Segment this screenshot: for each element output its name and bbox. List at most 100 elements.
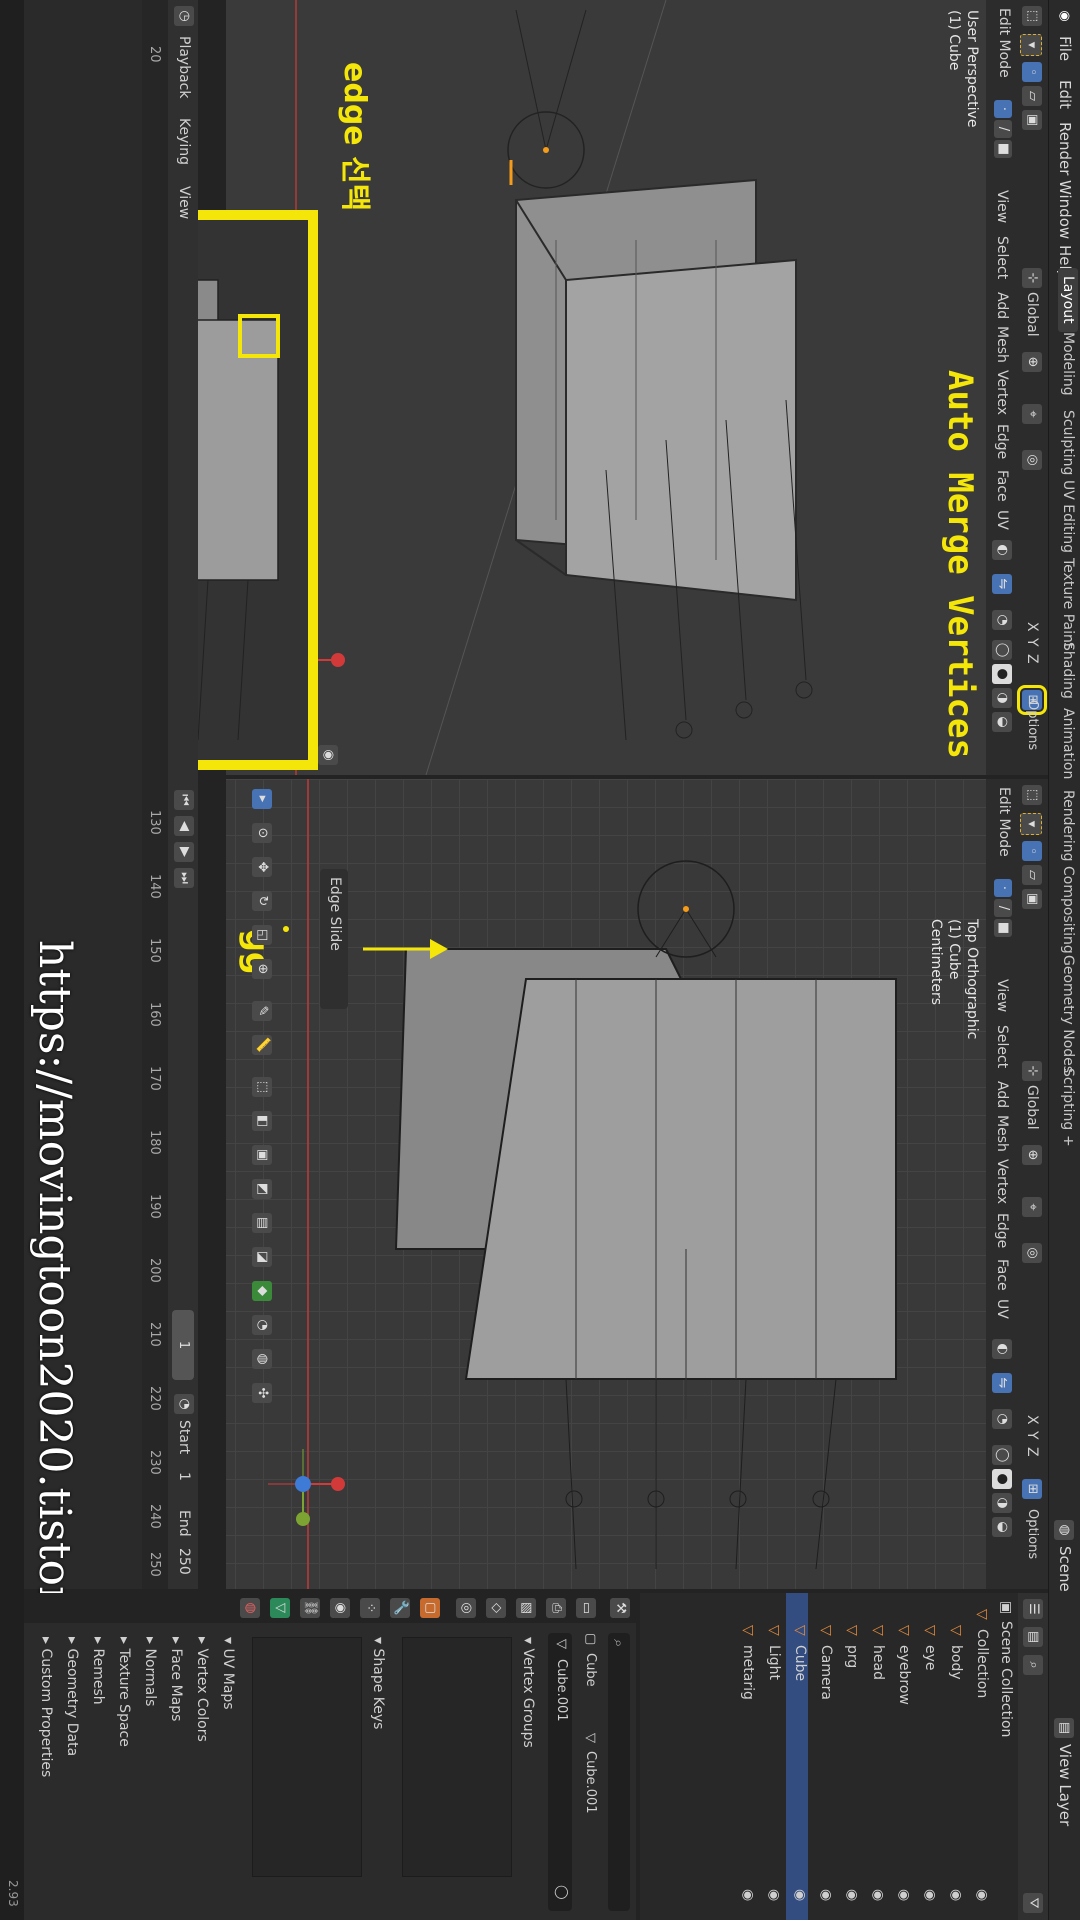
tool-move-icon[interactable]: ✥ xyxy=(252,857,272,877)
tool-cursor-icon[interactable]: ⊙ xyxy=(252,823,272,843)
visibility-eye-icon[interactable]: ◉ xyxy=(792,1889,808,1901)
timeline-menu-view[interactable]: View xyxy=(176,186,192,219)
constraints-tab-icon[interactable]: ⛓ xyxy=(300,1598,320,1618)
tool-knife-icon[interactable]: ◪ xyxy=(252,1247,272,1267)
properties-panel-header[interactable]: ▸ Custom Properties xyxy=(38,1637,54,1777)
outliner-editor[interactable]: ☰ ▤ ⌕ ⛛ ▣ Scene Collection ▽ Collection ◉ ▽… xyxy=(640,1593,1048,1920)
jump-start-icon[interactable]: ⏮ xyxy=(174,790,194,810)
left-menu-face[interactable]: Face xyxy=(994,470,1010,502)
left-rendered-icon[interactable]: ◒ xyxy=(992,712,1012,732)
outliner-search-icon[interactable]: ⌕ xyxy=(1023,1655,1043,1675)
edge-select-icon[interactable]: ▱ xyxy=(1022,86,1042,106)
properties-panel-header[interactable]: ▾ Shape Keys xyxy=(370,1637,386,1729)
tool-edge-slide-icon[interactable]: ✣ xyxy=(252,1383,272,1403)
left-camera-view-icon[interactable]: ◉ xyxy=(318,745,338,765)
right-menu-vertex[interactable]: Vertex xyxy=(994,1159,1010,1204)
scene-selector[interactable]: Scene xyxy=(1056,1546,1074,1592)
right-pivot-icon[interactable]: ⊕ xyxy=(1022,1145,1042,1165)
outliner-display-mode-icon[interactable]: ▤ xyxy=(1023,1627,1043,1647)
outliner-row[interactable]: ▽ Cube ◉ xyxy=(786,1593,808,1920)
select-tool-icon[interactable]: ▾ xyxy=(1020,34,1042,56)
left-menu-edge[interactable]: Edge xyxy=(994,424,1010,459)
tool-tab-icon[interactable]: ⚒ xyxy=(610,1598,630,1618)
left-pivot-icon[interactable]: ⊕ xyxy=(1022,352,1042,372)
world-tab-icon[interactable]: ◎ xyxy=(456,1598,476,1618)
outliner-row[interactable]: ▽ head ◉ xyxy=(864,1593,886,1920)
right-proportional-icon[interactable]: ◎ xyxy=(1022,1243,1042,1263)
right-auto-merge-icon[interactable]: ⊞ xyxy=(1022,1479,1042,1499)
visibility-eye-icon[interactable]: ◉ xyxy=(818,1889,834,1901)
play-icon[interactable]: ▶ xyxy=(174,842,194,862)
clock-icon[interactable]: ◔ xyxy=(174,1394,194,1414)
right-select-tool-icon[interactable]: ▾ xyxy=(1020,813,1042,835)
outliner-filter-icon[interactable]: ⛛ xyxy=(1023,1893,1043,1913)
end-frame-value[interactable]: 250 xyxy=(176,1548,192,1575)
object-tab-icon[interactable]: ▢ xyxy=(420,1598,440,1618)
face-select-icon[interactable]: ▣ xyxy=(1022,110,1042,130)
timeline-editor-type-icon[interactable]: ◷ xyxy=(174,6,194,26)
tab-sculpting[interactable]: Sculpting xyxy=(1060,410,1076,475)
properties-panel-header[interactable]: ▸ Normals xyxy=(142,1637,158,1706)
edge-slide-panel[interactable]: Edge Slide xyxy=(320,869,348,1009)
tool-bevel-icon[interactable]: ◩ xyxy=(252,1179,272,1199)
mesh-field-value[interactable]: Cube.001 xyxy=(554,1659,569,1722)
right-menu-uv[interactable]: UV xyxy=(994,1299,1010,1319)
right-menu-face[interactable]: Face xyxy=(994,1259,1010,1291)
right-snap-icon[interactable]: ⌖ xyxy=(1022,1197,1042,1217)
left-overlay-icon[interactable]: ◔ xyxy=(992,610,1012,630)
view-layer-tab-icon[interactable]: ▧ xyxy=(516,1598,536,1618)
right-vertex-select-icon[interactable]: ◦ xyxy=(1022,841,1042,861)
mesh-data-tab-icon[interactable]: ▽ xyxy=(270,1598,290,1618)
material-tab-icon[interactable]: ◍ xyxy=(240,1598,260,1618)
right-menu-add[interactable]: Add xyxy=(994,1081,1010,1108)
right-transform-orientation-icon[interactable]: ⊹ xyxy=(1022,1061,1042,1081)
left-transform-orientation-icon[interactable]: ⊹ xyxy=(1022,268,1042,288)
left-proportional-icon[interactable]: ◎ xyxy=(1022,450,1042,470)
right-editor-type-icon[interactable]: ⬚ xyxy=(1022,785,1042,805)
left-axis-x[interactable]: X xyxy=(1024,622,1040,632)
tool-annotate-icon[interactable]: ✎ xyxy=(252,1001,272,1021)
outliner-row[interactable]: ▽ Camera ◉ xyxy=(812,1593,834,1920)
left-xray-icon[interactable]: ◐ xyxy=(992,540,1012,560)
outliner-row[interactable]: ▽ prg ◉ xyxy=(838,1593,860,1920)
left-axis-z[interactable]: Z xyxy=(1024,654,1040,664)
left-menu-uv[interactable]: UV xyxy=(994,510,1010,530)
tab-compositing[interactable]: Compositing xyxy=(1060,866,1076,954)
left-mirror-icon[interactable]: ⇋ xyxy=(992,574,1012,594)
left-material-icon[interactable]: ◑ xyxy=(992,688,1012,708)
left-menu-view[interactable]: View xyxy=(994,190,1010,223)
right-face-select-icon[interactable]: ▣ xyxy=(1022,889,1042,909)
left-select-mode-edge[interactable]: / xyxy=(994,120,1012,138)
left-snap-icon[interactable]: ⌖ xyxy=(1022,404,1042,424)
tool-rotate-icon[interactable]: ↻ xyxy=(252,891,272,911)
view-layer-selector[interactable]: View Layer xyxy=(1056,1744,1074,1826)
visibility-eye-icon[interactable]: ◉ xyxy=(896,1889,912,1901)
right-overlay-icon[interactable]: ◔ xyxy=(992,1409,1012,1429)
menu-file[interactable]: File xyxy=(1056,36,1074,61)
tool-inset-icon[interactable]: ▣ xyxy=(252,1145,272,1165)
left-wireframe-icon[interactable]: ◯ xyxy=(992,640,1012,660)
tool-transform-icon[interactable]: ⊕ xyxy=(252,959,272,979)
right-menu-edge[interactable]: Edge xyxy=(994,1213,1010,1248)
tool-scale-icon[interactable]: ◱ xyxy=(252,925,272,945)
tab-shading[interactable]: Shading xyxy=(1060,642,1076,699)
start-frame-value[interactable]: 1 xyxy=(176,1472,192,1481)
right-material-icon[interactable]: ◑ xyxy=(992,1493,1012,1513)
left-menu-select[interactable]: Select xyxy=(994,236,1010,279)
right-menu-select[interactable]: Select xyxy=(994,1025,1010,1068)
right-solid-icon[interactable]: ● xyxy=(992,1469,1012,1489)
outliner-row[interactable]: ▽ eyebrow ◉ xyxy=(890,1593,912,1920)
right-axis-z[interactable]: Z xyxy=(1024,1447,1040,1457)
visibility-eye-icon[interactable]: ◉ xyxy=(740,1889,756,1901)
left-transform-orientation[interactable]: Global xyxy=(1024,292,1040,337)
scene-tab-icon[interactable]: ◇ xyxy=(486,1598,506,1618)
right-mode-selector[interactable]: Edit Mode xyxy=(996,787,1012,857)
left-menu-add[interactable]: Add xyxy=(994,292,1010,319)
tool-spin-icon[interactable]: ◔ xyxy=(252,1315,272,1335)
tool-smooth-icon[interactable]: ◍ xyxy=(252,1349,272,1369)
right-navigation-gizmo[interactable] xyxy=(258,1439,348,1529)
left-select-mode-face[interactable]: ■ xyxy=(994,140,1012,158)
outliner-row[interactable]: ▽ Collection ◉ xyxy=(968,1593,990,1920)
left-menu-mesh[interactable]: Mesh xyxy=(994,326,1010,363)
tab-animation[interactable]: Animation xyxy=(1060,708,1076,779)
